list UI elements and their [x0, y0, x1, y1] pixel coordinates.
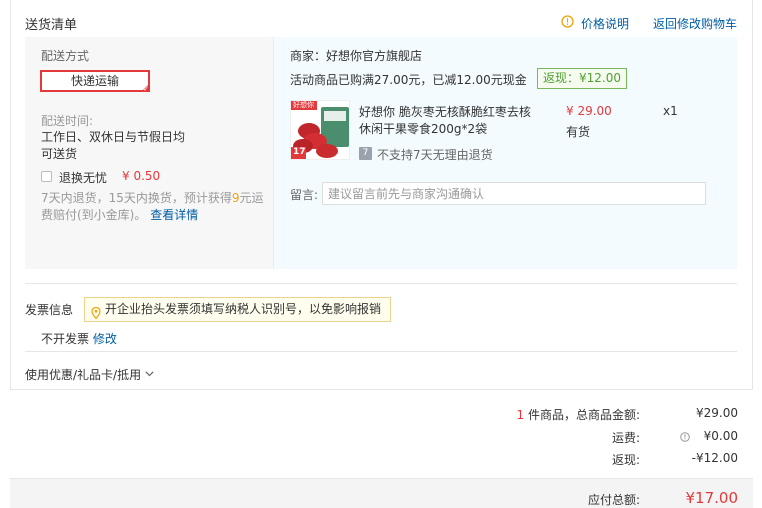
freight-label: 运费: — [611, 431, 640, 445]
divider — [25, 351, 737, 352]
info-warning-icon[interactable] — [561, 15, 574, 28]
memo-input[interactable] — [322, 182, 706, 205]
product-price: ¥ 29.00 — [566, 104, 612, 118]
coupon-label: 使用优惠/礼品卡/抵用 — [25, 368, 142, 382]
location-pin-icon — [91, 304, 101, 320]
product-image[interactable]: 好想你 17 — [290, 100, 350, 160]
stock-status: 有货 — [566, 125, 591, 139]
express-shipping-option[interactable]: 快递运输 ✓ — [40, 70, 150, 93]
check-icon: ✓ — [143, 85, 149, 93]
payable-bar — [10, 478, 753, 508]
product-name-line1[interactable]: 好想你 脆灰枣无核酥脆红枣去核 — [359, 103, 531, 120]
goods-total: ¥29.00 — [696, 406, 738, 420]
divider — [25, 283, 737, 284]
back-to-cart-link[interactable]: 返回修改购物车 — [653, 15, 737, 32]
goods-count-line: 1 件商品，总商品金额: — [516, 408, 640, 422]
section-title: 送货清单 — [25, 18, 78, 33]
return-policy-line1: 7天内退货，15天内换货，预计获得9元运 — [41, 191, 264, 205]
invoice-status: 不开发票 修改 — [41, 332, 117, 346]
express-shipping-label: 快递运输 — [70, 74, 119, 88]
no-return-icon: 7 — [359, 147, 372, 160]
worry-free-label: 退换无忧 — [59, 171, 108, 185]
invoice-tip-text: 开企业抬头发票须填写纳税人识别号，以免影响报销 — [105, 302, 382, 316]
image-badge-number: 17 — [293, 147, 306, 157]
rebate-value: -¥12.00 — [691, 451, 738, 465]
worry-free-price: ¥ 0.50 — [122, 169, 161, 183]
chevron-down-icon — [145, 368, 154, 382]
invoice-modify-link[interactable]: 修改 — [93, 332, 117, 346]
product-name-line2[interactable]: 休闲干果零食200g*2袋 — [359, 120, 487, 137]
delivery-time-label: 配送时间: — [41, 114, 94, 128]
image-tag: 好想你 — [293, 101, 314, 109]
memo-label: 留言: — [290, 188, 319, 202]
coupon-toggle[interactable]: 使用优惠/礼品卡/抵用 — [25, 366, 154, 383]
shipping-method-label: 配送方式 — [41, 49, 90, 63]
payable-label: 应付总额: — [587, 493, 640, 507]
payable-total: ¥17.00 — [685, 489, 739, 507]
freight-value: ¥0.00 — [703, 429, 738, 443]
delivery-time-line1: 工作日、双休日与节假日均 — [41, 130, 186, 144]
no-return-text: 不支持7天无理由退货 — [377, 148, 493, 162]
merchant-name: 商家：好想你官方旗舰店 — [290, 49, 423, 63]
invoice-label: 发票信息 — [25, 303, 74, 317]
delivery-time-line2: 可送货 — [41, 147, 78, 161]
view-details-link[interactable]: 查看详情 — [150, 208, 198, 222]
invoice-tip: 开企业抬头发票须填写纳税人识别号，以免影响报销 — [84, 297, 391, 322]
promo-text: 活动商品已购满27.00元，已减12.00元现金 — [290, 73, 527, 87]
price-info-link[interactable]: 价格说明 — [581, 15, 629, 32]
worry-free-checkbox[interactable] — [41, 171, 52, 182]
product-quantity: x1 — [663, 104, 678, 118]
rebate-label: 返现: — [611, 453, 640, 467]
return-policy-line2: 费赔付(到小金库)。 查看详情 — [41, 208, 199, 222]
rebate-badge: 返现：¥12.00 — [537, 68, 627, 89]
